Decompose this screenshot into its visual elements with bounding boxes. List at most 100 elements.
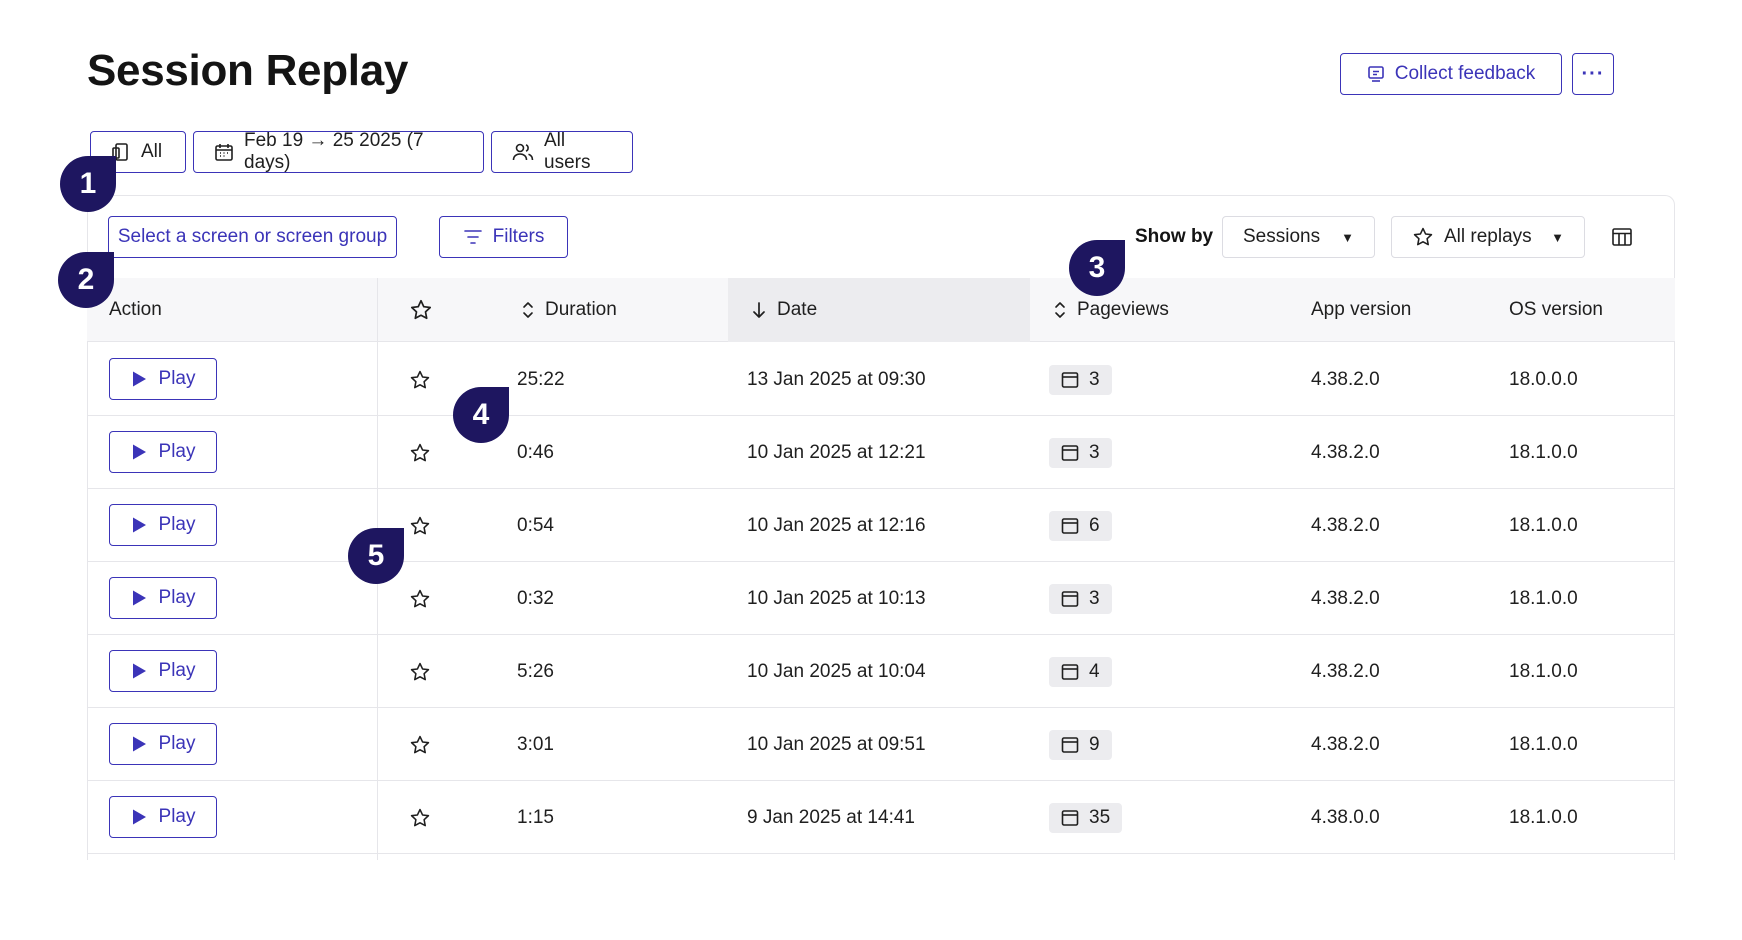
caret-down-icon: ▼ (1551, 229, 1564, 245)
os-version-cell: 18.1.0.0 (1509, 587, 1578, 609)
pageviews-badge: 3 (1049, 437, 1112, 468)
play-icon (131, 443, 147, 461)
pageviews-count: 9 (1089, 733, 1100, 755)
collect-feedback-button[interactable]: Collect feedback (1340, 53, 1562, 95)
pageviews-count: 4 (1089, 660, 1100, 682)
table-header: Action Duration Date Pageviews App versi… (87, 278, 1675, 342)
duration-cell: 0:54 (517, 514, 554, 536)
favorite-toggle[interactable] (409, 343, 431, 416)
os-version-cell: 18.1.0.0 (1509, 441, 1578, 463)
callout-marker-5: 5 (348, 528, 404, 584)
column-favorite[interactable] (409, 278, 433, 342)
pageview-icon (1061, 663, 1079, 681)
pageviews-cell: 6 (1049, 489, 1112, 562)
app-version-cell: 4.38.2.0 (1311, 587, 1380, 609)
pageviews-cell: 3 (1049, 562, 1112, 635)
play-label: Play (158, 514, 196, 535)
pageview-icon (1061, 371, 1079, 389)
play-button[interactable]: Play (109, 431, 217, 473)
favorite-toggle[interactable] (409, 489, 431, 562)
star-icon (409, 442, 431, 464)
play-icon (131, 370, 147, 388)
users-filter-chip[interactable]: All users (491, 130, 633, 173)
column-date-label: Date (777, 299, 818, 320)
star-icon (409, 734, 431, 756)
pageviews-count: 3 (1089, 587, 1100, 609)
column-os-version[interactable]: OS version (1509, 278, 1603, 342)
duration-cell: 5:26 (517, 660, 554, 682)
column-pageviews-label: Pageviews (1077, 299, 1169, 320)
column-app-version-label: App version (1311, 299, 1412, 320)
star-icon (409, 298, 433, 322)
play-button[interactable]: Play (109, 650, 217, 692)
favorite-toggle[interactable] (409, 416, 431, 489)
date-cell: 9 Jan 2025 at 14:41 (747, 806, 915, 828)
table-row: Play 0:54 10 Jan 2025 at 12:16 6 4.38.2.… (87, 489, 1675, 562)
pageview-icon (1061, 736, 1079, 754)
caret-down-icon: ▼ (1341, 229, 1354, 245)
column-duration[interactable]: Duration (521, 278, 617, 342)
play-button[interactable]: Play (109, 577, 217, 619)
star-icon (409, 588, 431, 610)
star-icon (409, 515, 431, 537)
show-by-dropdown[interactable]: Sessions ▼ (1222, 216, 1375, 258)
play-button[interactable]: Play (109, 723, 217, 765)
sort-icon (1053, 301, 1067, 319)
star-icon (409, 661, 431, 683)
date-cell: 10 Jan 2025 at 12:16 (747, 514, 926, 536)
pageviews-badge: 4 (1049, 656, 1112, 687)
show-by-label: Show by (1135, 226, 1214, 247)
filter-icon (463, 229, 483, 245)
pageview-icon (1061, 444, 1079, 462)
pageviews-count: 3 (1089, 441, 1100, 463)
table-row: Play 3:01 10 Jan 2025 at 09:51 9 4.38.2.… (87, 708, 1675, 781)
play-icon (131, 589, 147, 607)
date-cell: 10 Jan 2025 at 10:04 (747, 660, 926, 682)
favorite-toggle[interactable] (409, 562, 431, 635)
duration-cell: 0:46 (517, 441, 554, 463)
play-icon (131, 735, 147, 753)
play-icon (131, 516, 147, 534)
filters-button[interactable]: Filters (439, 216, 568, 258)
favorite-toggle[interactable] (409, 708, 431, 781)
date-cell: 10 Jan 2025 at 09:51 (747, 733, 926, 755)
column-app-version[interactable]: App version (1311, 278, 1411, 342)
app-version-cell: 4.38.2.0 (1311, 660, 1380, 682)
more-options-button[interactable]: ··· (1572, 53, 1614, 95)
pageviews-count: 3 (1089, 368, 1100, 390)
date-cell: 13 Jan 2025 at 09:30 (747, 368, 926, 390)
duration-cell: 0:32 (517, 587, 554, 609)
play-button[interactable]: Play (109, 796, 217, 838)
os-version-cell: 18.1.0.0 (1509, 733, 1578, 755)
pageview-icon (1061, 809, 1079, 827)
date-range-chip[interactable]: Feb 19 → 25 2025 (7 days) (193, 130, 484, 173)
play-button[interactable]: Play (109, 504, 217, 546)
pageviews-badge: 9 (1049, 729, 1112, 760)
favorite-toggle[interactable] (409, 635, 431, 708)
play-label: Play (158, 660, 196, 681)
filters-label: Filters (492, 226, 545, 247)
columns-icon[interactable] (1611, 226, 1633, 248)
screen-select-input[interactable]: Select a screen or screen group (108, 216, 397, 258)
pageviews-cell: 4 (1049, 635, 1112, 708)
pageviews-count: 35 (1089, 806, 1111, 828)
table-row: Play 0:46 10 Jan 2025 at 12:21 3 4.38.2.… (87, 416, 1675, 489)
play-icon (131, 808, 147, 826)
os-version-cell: 18.1.0.0 (1509, 660, 1578, 682)
replays-dropdown[interactable]: All replays ▼ (1391, 216, 1585, 258)
callout-marker-2: 2 (58, 252, 114, 308)
app-version-cell: 4.38.0.0 (1311, 806, 1380, 828)
favorite-toggle[interactable] (409, 781, 431, 854)
show-by-value: Sessions (1243, 226, 1321, 247)
os-version-cell: 18.1.0.0 (1509, 514, 1578, 536)
feedback-icon (1367, 65, 1385, 83)
column-date[interactable]: Date (751, 278, 817, 342)
calendar-icon (214, 142, 234, 162)
page-title: Session Replay (87, 46, 409, 95)
pageviews-badge: 35 (1049, 802, 1123, 833)
play-button[interactable]: Play (109, 358, 217, 400)
duration-cell: 1:15 (517, 806, 554, 828)
app-version-cell: 4.38.2.0 (1311, 368, 1380, 390)
users-icon (512, 142, 534, 162)
pageviews-cell: 9 (1049, 708, 1112, 781)
